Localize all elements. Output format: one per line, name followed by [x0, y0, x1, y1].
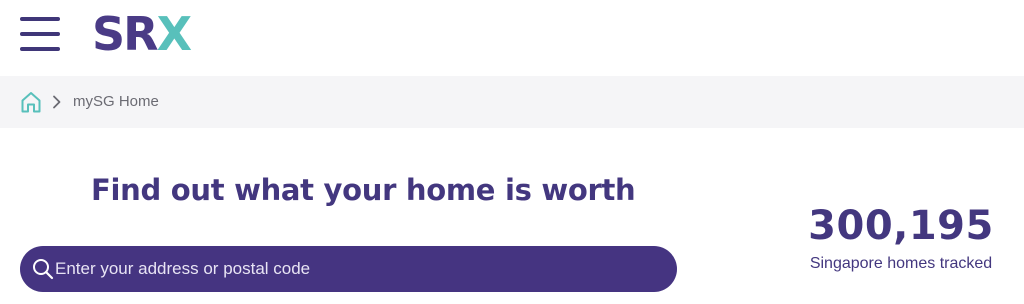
- menu-bar: [20, 32, 60, 36]
- homes-tracked-label: Singapore homes tracked: [809, 255, 993, 272]
- menu-bar: [20, 17, 60, 21]
- page: SR X mySG Home Find out what your home is…: [0, 0, 1024, 304]
- chevron-right-icon: [53, 95, 61, 109]
- home-icon[interactable]: [20, 90, 42, 114]
- homes-tracked-count: 300,195: [808, 203, 994, 249]
- breadcrumb-current[interactable]: mySG Home: [73, 92, 159, 112]
- top-header: SR X: [0, 0, 1024, 76]
- menu-bar: [20, 47, 60, 51]
- search-icon[interactable]: [32, 258, 54, 280]
- address-search-bar[interactable]: [20, 246, 677, 292]
- breadcrumb: mySG Home: [0, 76, 1024, 128]
- srx-logo[interactable]: SR X: [92, 6, 192, 62]
- page-headline: Find out what your home is worth: [91, 173, 636, 207]
- address-search-input[interactable]: [55, 246, 655, 292]
- logo-text-accent: X: [156, 7, 192, 61]
- logo-text-primary: SR: [92, 7, 159, 61]
- hamburger-menu-button[interactable]: [20, 17, 60, 51]
